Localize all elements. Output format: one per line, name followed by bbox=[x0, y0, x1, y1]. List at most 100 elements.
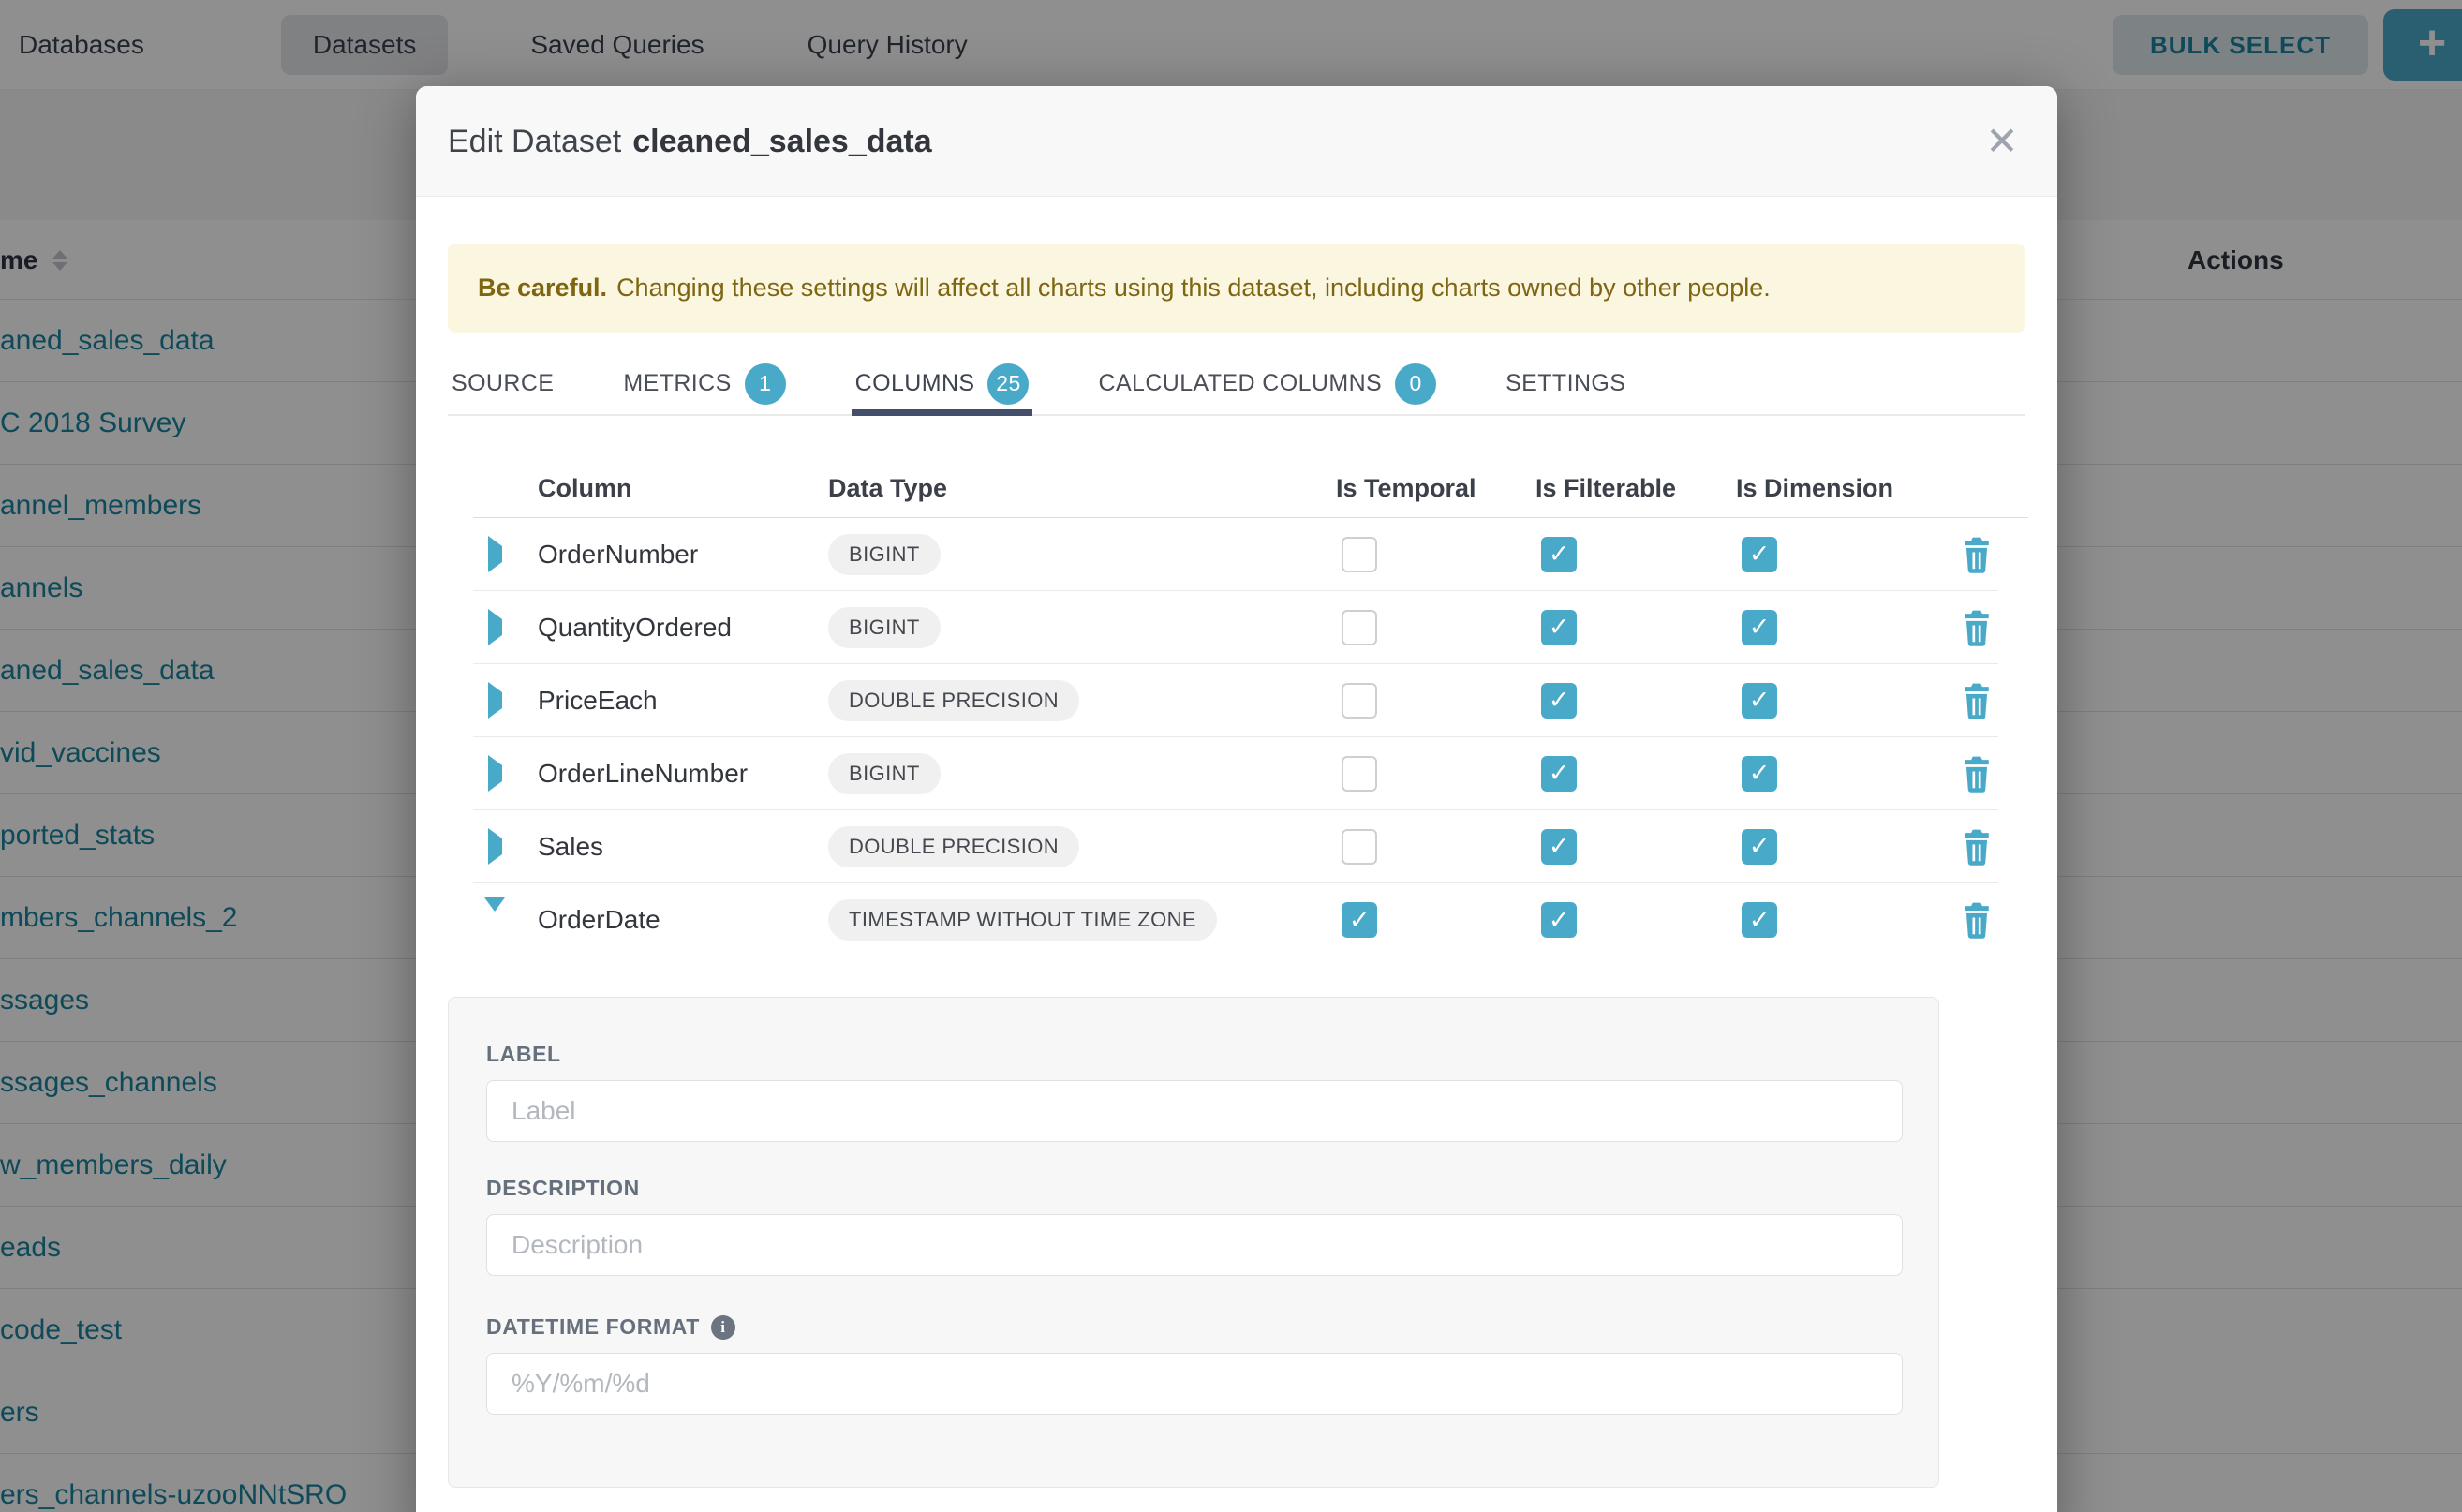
metrics-count-badge: 1 bbox=[745, 363, 786, 405]
column-name: PriceEach bbox=[538, 686, 828, 716]
column-header: Column bbox=[538, 474, 828, 503]
delete-column-button[interactable] bbox=[1961, 901, 1993, 939]
tab-calculated-columns[interactable]: CALCULATED COLUMNS 0 bbox=[1094, 353, 1440, 414]
modal-dataset-name: cleaned_sales_data bbox=[632, 124, 931, 160]
check-icon: ✓ bbox=[1749, 832, 1771, 861]
edit-dataset-modal: Edit Dataset cleaned_sales_data ✕ Be car… bbox=[416, 86, 2057, 1512]
is-dimension-checkbox[interactable]: ✓ bbox=[1742, 537, 1777, 572]
is-filterable-checkbox[interactable]: ✓ bbox=[1541, 683, 1577, 719]
column-row-quantityordered: QuantityOrdered BIGINT ✓ ✓ bbox=[473, 591, 1998, 664]
tab-metrics[interactable]: METRICS 1 bbox=[619, 353, 789, 414]
tab-columns[interactable]: COLUMNS 25 bbox=[852, 353, 1033, 414]
column-editor-panel: LABEL DESCRIPTION DATETIME FORMAT i bbox=[448, 997, 1939, 1488]
is-temporal-checkbox[interactable] bbox=[1342, 683, 1377, 719]
is-temporal-checkbox[interactable] bbox=[1342, 610, 1377, 645]
is-filterable-checkbox[interactable]: ✓ bbox=[1541, 902, 1577, 938]
check-icon: ✓ bbox=[1549, 686, 1570, 715]
screen: Databases Datasets Saved Queries Query H… bbox=[0, 0, 2462, 1512]
trash-icon bbox=[1961, 901, 1993, 939]
label-input[interactable] bbox=[486, 1080, 1903, 1142]
is-temporal-checkbox[interactable]: ✓ bbox=[1342, 902, 1377, 938]
label-text: DESCRIPTION bbox=[486, 1176, 640, 1201]
is-filterable-checkbox[interactable]: ✓ bbox=[1541, 829, 1577, 865]
check-icon: ✓ bbox=[1749, 906, 1771, 935]
tab-label: CALCULATED COLUMNS bbox=[1098, 370, 1382, 397]
column-name: Sales bbox=[538, 832, 828, 862]
check-icon: ✓ bbox=[1549, 613, 1570, 642]
delete-column-button[interactable] bbox=[1961, 609, 1993, 646]
close-icon: ✕ bbox=[1985, 119, 2018, 163]
datetime-format-field-label: DATETIME FORMAT i bbox=[486, 1314, 735, 1340]
modal-header: Edit Dataset cleaned_sales_data ✕ bbox=[416, 86, 2057, 197]
column-row-ordernumber: OrderNumber BIGINT ✓ ✓ bbox=[473, 518, 1998, 591]
tab-label: METRICS bbox=[623, 370, 731, 397]
expand-caret-icon[interactable] bbox=[488, 536, 502, 572]
expand-caret-icon[interactable] bbox=[488, 682, 502, 719]
columns-table-header: Column Data Type Is Temporal Is Filterab… bbox=[473, 459, 2028, 518]
tab-label: SOURCE bbox=[452, 370, 554, 397]
modal-title-prefix: Edit Dataset bbox=[448, 124, 621, 160]
is-temporal-header: Is Temporal bbox=[1336, 474, 1535, 503]
column-name: OrderDate bbox=[538, 905, 828, 935]
modal-tabs: SOURCE METRICS 1 COLUMNS 25 CALCULATED C… bbox=[448, 353, 2025, 416]
check-icon: ✓ bbox=[1749, 759, 1771, 788]
is-temporal-checkbox[interactable] bbox=[1342, 829, 1377, 865]
expand-caret-icon[interactable] bbox=[488, 828, 502, 865]
label-text: DATETIME FORMAT bbox=[486, 1314, 700, 1340]
column-name: QuantityOrdered bbox=[538, 613, 828, 643]
is-filterable-checkbox[interactable]: ✓ bbox=[1541, 610, 1577, 645]
check-icon: ✓ bbox=[1549, 540, 1570, 569]
columns-table-body: OrderNumber BIGINT ✓ ✓ QuantityOrdered B… bbox=[473, 518, 1998, 956]
collapse-caret-icon[interactable] bbox=[484, 897, 505, 927]
label-field-label: LABEL bbox=[486, 1042, 561, 1067]
is-filterable-checkbox[interactable]: ✓ bbox=[1541, 756, 1577, 792]
column-row-sales: Sales DOUBLE PRECISION ✓ ✓ bbox=[473, 810, 1998, 883]
trash-icon bbox=[1961, 609, 1993, 646]
delete-column-button[interactable] bbox=[1961, 755, 1993, 793]
trash-icon bbox=[1961, 682, 1993, 719]
trash-icon bbox=[1961, 536, 1993, 573]
is-dimension-header: Is Dimension bbox=[1736, 474, 1954, 503]
trash-icon bbox=[1961, 828, 1993, 866]
modal-title: Edit Dataset cleaned_sales_data bbox=[448, 86, 932, 197]
info-icon[interactable]: i bbox=[711, 1315, 735, 1340]
column-row-orderlinenumber: OrderLineNumber BIGINT ✓ ✓ bbox=[473, 737, 1998, 810]
column-row-priceeach: PriceEach DOUBLE PRECISION ✓ ✓ bbox=[473, 664, 1998, 737]
is-temporal-checkbox[interactable] bbox=[1342, 537, 1377, 572]
warning-text: Changing these settings will affect all … bbox=[616, 274, 1771, 303]
label-text: LABEL bbox=[486, 1042, 561, 1067]
check-icon: ✓ bbox=[1549, 906, 1570, 935]
is-dimension-checkbox[interactable]: ✓ bbox=[1742, 829, 1777, 865]
check-icon: ✓ bbox=[1549, 759, 1570, 788]
is-dimension-checkbox[interactable]: ✓ bbox=[1742, 610, 1777, 645]
expand-caret-icon[interactable] bbox=[488, 609, 502, 645]
expand-caret-icon[interactable] bbox=[488, 755, 502, 792]
check-icon: ✓ bbox=[1349, 906, 1371, 935]
is-filterable-header: Is Filterable bbox=[1535, 474, 1736, 503]
delete-column-button[interactable] bbox=[1961, 682, 1993, 719]
data-type-pill: BIGINT bbox=[828, 607, 941, 648]
datetime-format-input[interactable] bbox=[486, 1353, 1903, 1415]
close-button[interactable]: ✕ bbox=[1975, 114, 2029, 169]
data-type-pill: DOUBLE PRECISION bbox=[828, 826, 1079, 867]
is-dimension-checkbox[interactable]: ✓ bbox=[1742, 756, 1777, 792]
calculated-columns-count-badge: 0 bbox=[1395, 363, 1436, 405]
trash-icon bbox=[1961, 755, 1993, 793]
data-type-pill: BIGINT bbox=[828, 753, 941, 794]
is-dimension-checkbox[interactable]: ✓ bbox=[1742, 683, 1777, 719]
check-icon: ✓ bbox=[1749, 613, 1771, 642]
data-type-header: Data Type bbox=[828, 474, 1336, 503]
column-name: OrderLineNumber bbox=[538, 759, 828, 789]
tab-source[interactable]: SOURCE bbox=[448, 353, 557, 414]
tab-label: COLUMNS bbox=[855, 370, 975, 397]
is-temporal-checkbox[interactable] bbox=[1342, 756, 1377, 792]
description-field-label: DESCRIPTION bbox=[486, 1176, 640, 1201]
description-input[interactable] bbox=[486, 1214, 1903, 1276]
data-type-pill: TIMESTAMP WITHOUT TIME ZONE bbox=[828, 899, 1217, 941]
is-filterable-checkbox[interactable]: ✓ bbox=[1541, 537, 1577, 572]
is-dimension-checkbox[interactable]: ✓ bbox=[1742, 902, 1777, 938]
delete-column-button[interactable] bbox=[1961, 828, 1993, 866]
delete-column-button[interactable] bbox=[1961, 536, 1993, 573]
tab-settings[interactable]: SETTINGS bbox=[1502, 353, 1629, 414]
tab-label: SETTINGS bbox=[1505, 370, 1625, 397]
